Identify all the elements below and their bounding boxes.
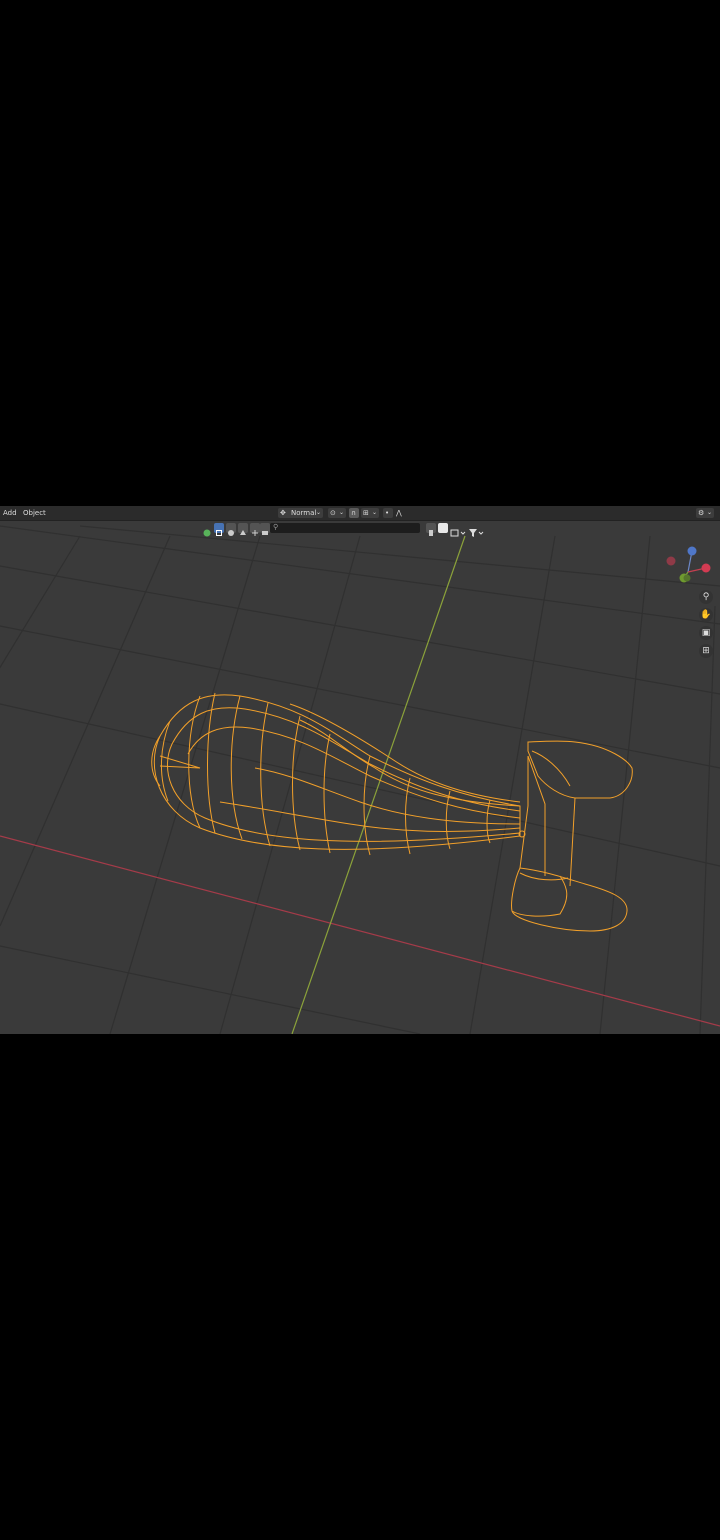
falloff-dropdown[interactable]: ⋀ [395, 508, 407, 518]
snap-target-dropdown[interactable]: ⊞ ⌄ [361, 508, 379, 518]
orientation-dropdown[interactable]: ✥ Normal ⌄ [278, 508, 323, 518]
search-icon: ⚲ [273, 523, 279, 531]
view-layer-dropdown[interactable] [450, 523, 466, 537]
magnet-icon: ∩ [351, 509, 357, 517]
search-input[interactable]: ⚲ [270, 523, 420, 533]
menu-object[interactable]: Object [23, 507, 46, 519]
cube-icon[interactable] [214, 523, 224, 536]
camera-view-icon[interactable]: ▣ [699, 626, 713, 640]
chevron-down-icon: ⌄ [338, 509, 344, 516]
3d-viewport[interactable]: Add Object ✥ Normal ⌄ ⊙ ⌄ ∩ ⊞ ⌄ • ⋀ ⚙ ⌄ [0, 506, 720, 1034]
bookmark-icon[interactable] [426, 523, 436, 536]
empty-icon[interactable] [250, 523, 260, 536]
orientation-icon: ✥ [280, 509, 286, 517]
filter-icon[interactable] [468, 523, 484, 537]
bottom-letterbox [0, 1034, 720, 1540]
proportional-edit-icon: • [385, 509, 390, 517]
image-icon[interactable] [260, 523, 270, 535]
proportional-edit-toggle[interactable]: • [383, 508, 393, 518]
navigation-gizmo[interactable] [662, 542, 716, 588]
light-icon[interactable] [226, 523, 236, 536]
zoom-icon[interactable]: ⚲ [699, 590, 713, 604]
viewport-scene[interactable] [0, 506, 720, 1034]
top-letterbox [0, 0, 720, 506]
snap-toggle[interactable]: ∩ [349, 508, 359, 518]
chevron-down-icon: ⌄ [315, 509, 321, 516]
chevron-down-icon: ⌄ [706, 509, 712, 516]
menu-add[interactable]: Add [3, 507, 17, 519]
camera-icon[interactable] [238, 523, 248, 535]
sphere-icon[interactable] [202, 523, 212, 537]
orientation-value: Normal [291, 509, 317, 517]
grid-snap-icon: ⊞ [363, 509, 369, 517]
grid-perspective-icon[interactable]: ⊞ [699, 644, 713, 658]
view-layer-icon[interactable] [438, 523, 448, 533]
gizmo-x-axis [701, 563, 711, 573]
overlay-dropdown[interactable]: ⚙ ⌄ [696, 508, 714, 518]
viewport-header: Add Object ✥ Normal ⌄ ⊙ ⌄ ∩ ⊞ ⌄ • ⋀ ⚙ ⌄ [0, 506, 720, 521]
overlay-icon: ⚙ [698, 509, 705, 517]
falloff-icon: ⋀ [396, 509, 402, 517]
pivot-dropdown[interactable]: ⊙ ⌄ [328, 508, 346, 518]
pivot-icon: ⊙ [330, 509, 336, 517]
chevron-down-icon: ⌄ [371, 509, 377, 516]
gizmo-neg-y [683, 574, 691, 582]
gizmo-z-axis [687, 546, 697, 556]
hand-pan-icon[interactable]: ✋ [699, 608, 713, 622]
gizmo-neg-x [666, 556, 676, 566]
